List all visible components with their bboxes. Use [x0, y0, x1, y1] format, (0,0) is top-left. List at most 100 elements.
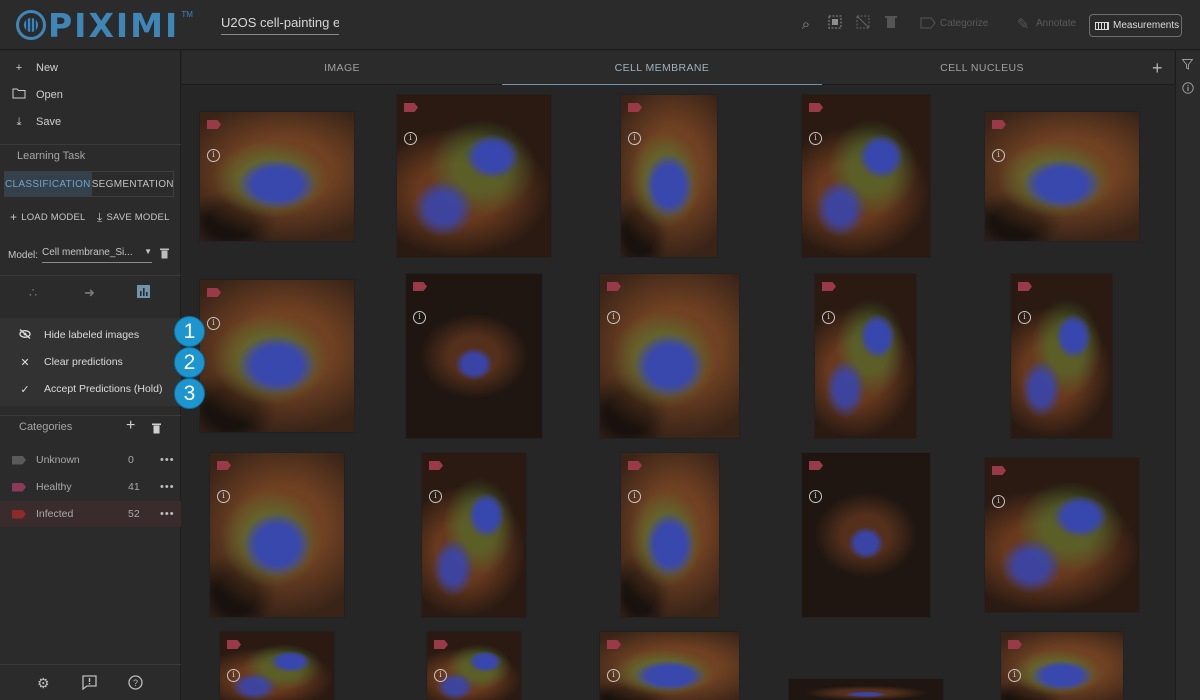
tag-icon[interactable] [809, 103, 823, 112]
info-icon[interactable]: i [429, 490, 442, 503]
add-tab-icon[interactable]: + [1152, 58, 1163, 79]
info-icon[interactable]: i [992, 149, 1005, 162]
tag-icon[interactable] [992, 120, 1006, 129]
tab-cell-nucleus[interactable]: CELL NUCLEUS [822, 51, 1142, 85]
tag-icon[interactable] [207, 288, 221, 297]
info-icon[interactable]: i [217, 490, 230, 503]
tag-icon[interactable] [227, 640, 241, 649]
info-icon[interactable]: i [207, 149, 220, 162]
new-button[interactable]: + New [12, 58, 58, 78]
info-icon[interactable]: i [822, 311, 835, 324]
filter-icon[interactable] [1181, 59, 1194, 73]
tag-icon[interactable] [809, 461, 823, 470]
tag-icon[interactable] [607, 282, 621, 291]
tag-icon[interactable] [207, 120, 221, 129]
load-model-button[interactable]: + LOAD MODEL [10, 210, 86, 224]
info-icon[interactable]: i [628, 490, 641, 503]
annotate-icon[interactable]: ✎ [1013, 15, 1033, 35]
help-icon[interactable]: ? [128, 675, 143, 693]
tag-icon[interactable] [429, 461, 443, 470]
cluster-icon[interactable]: ∴ [29, 285, 37, 301]
info-icon[interactable]: i [607, 669, 620, 682]
zoom-icon[interactable]: ⌕ [796, 15, 816, 35]
model-select[interactable]: Cell membrane_Si... ▼ [42, 247, 153, 263]
add-category-icon[interactable]: + [126, 417, 135, 435]
info-icon[interactable]: i [434, 669, 447, 682]
delete-icon[interactable] [881, 15, 901, 35]
image-thumbnail[interactable]: i [199, 111, 355, 242]
clear-predictions-button[interactable]: ✕ Clear predictions [18, 353, 122, 371]
image-thumbnail[interactable]: i [421, 452, 527, 618]
classification-tab[interactable]: CLASSIFICATION [5, 172, 91, 196]
info-icon[interactable]: i [207, 317, 220, 330]
tag-icon[interactable] [822, 282, 836, 291]
save-model-button[interactable]: ⤓ SAVE MODEL [97, 210, 170, 225]
tag-icon[interactable] [404, 103, 418, 112]
deselect-icon[interactable] [853, 15, 873, 35]
image-thumbnail[interactable]: i [1000, 631, 1124, 700]
info-icon[interactable]: i [607, 311, 620, 324]
tab-cell-membrane[interactable]: CELL MEMBRANE [502, 51, 822, 85]
image-thumbnail[interactable]: i [405, 273, 543, 439]
info-icon[interactable]: i [992, 495, 1005, 508]
more-options-icon[interactable]: ••• [160, 454, 175, 466]
categorize-label[interactable]: Categorize [940, 18, 988, 29]
more-options-icon[interactable]: ••• [160, 508, 175, 520]
feedback-icon[interactable] [82, 675, 97, 693]
accept-predictions-button[interactable]: ✓ Accept Predictions (Hold) [18, 380, 162, 398]
category-row-unknown[interactable]: Unknown 0 ••• [0, 447, 181, 473]
image-thumbnail[interactable]: i [801, 452, 931, 618]
categorize-icon[interactable] [918, 15, 938, 35]
image-thumbnail[interactable]: i [620, 94, 718, 258]
tag-icon[interactable] [1008, 640, 1022, 649]
image-thumbnail[interactable]: i [209, 452, 345, 618]
tag-icon[interactable] [992, 466, 1006, 475]
image-thumbnail[interactable]: i [984, 457, 1140, 613]
info-icon[interactable]: i [227, 669, 240, 682]
delete-model-icon[interactable] [160, 248, 169, 262]
select-all-icon[interactable] [825, 15, 845, 35]
annotate-label[interactable]: Annotate [1036, 18, 1076, 29]
info-icon[interactable]: i [1008, 669, 1021, 682]
save-button[interactable]: ⤓ Save [12, 112, 62, 132]
image-thumbnail[interactable]: i [219, 631, 335, 700]
image-thumbnail[interactable]: i [801, 94, 931, 258]
segmentation-tab[interactable]: SEGMENTATION [90, 172, 174, 196]
tag-icon[interactable] [413, 282, 427, 291]
image-thumbnail[interactable]: i [396, 94, 552, 258]
tag-icon[interactable] [628, 461, 642, 470]
tab-image[interactable]: IMAGE [182, 51, 502, 85]
info-icon[interactable]: i [413, 311, 426, 324]
category-row-healthy[interactable]: Healthy 41 ••• [0, 474, 181, 500]
delete-categories-icon[interactable] [152, 421, 161, 439]
info-icon[interactable]: i [404, 132, 417, 145]
project-name-input[interactable]: U2OS cell-painting expe [221, 15, 339, 35]
evaluate-chart-icon[interactable] [137, 285, 150, 301]
image-thumbnail[interactable]: i [599, 631, 740, 700]
predict-icon[interactable]: ➜ [84, 285, 95, 301]
image-thumbnail[interactable]: i [620, 452, 720, 618]
tag-icon[interactable] [607, 640, 621, 649]
info-icon[interactable]: i [809, 490, 822, 503]
image-thumbnail[interactable]: i [599, 273, 740, 439]
image-thumbnail[interactable] [788, 678, 944, 700]
measurements-button[interactable]: Measurements [1089, 14, 1182, 37]
image-thumbnail[interactable]: i [984, 111, 1140, 242]
tag-icon[interactable] [1018, 282, 1032, 291]
info-icon[interactable]: i [628, 132, 641, 145]
tag-icon[interactable] [628, 103, 642, 112]
tag-icon[interactable] [434, 640, 448, 649]
hide-labeled-images-button[interactable]: Hide labeled images [18, 326, 139, 344]
category-row-infected[interactable]: Infected 52 ••• [0, 501, 181, 527]
open-button[interactable]: Open [12, 85, 63, 105]
info-icon[interactable] [1182, 82, 1194, 97]
info-icon[interactable]: i [1018, 311, 1031, 324]
image-thumbnail[interactable]: i [199, 279, 355, 433]
settings-icon[interactable]: ⚙ [37, 675, 50, 692]
image-thumbnail[interactable]: i [814, 273, 917, 439]
more-options-icon[interactable]: ••• [160, 481, 175, 493]
image-thumbnail[interactable]: i [426, 631, 522, 700]
tag-icon[interactable] [217, 461, 231, 470]
image-thumbnail[interactable]: i [1010, 273, 1113, 439]
info-icon[interactable]: i [809, 132, 822, 145]
